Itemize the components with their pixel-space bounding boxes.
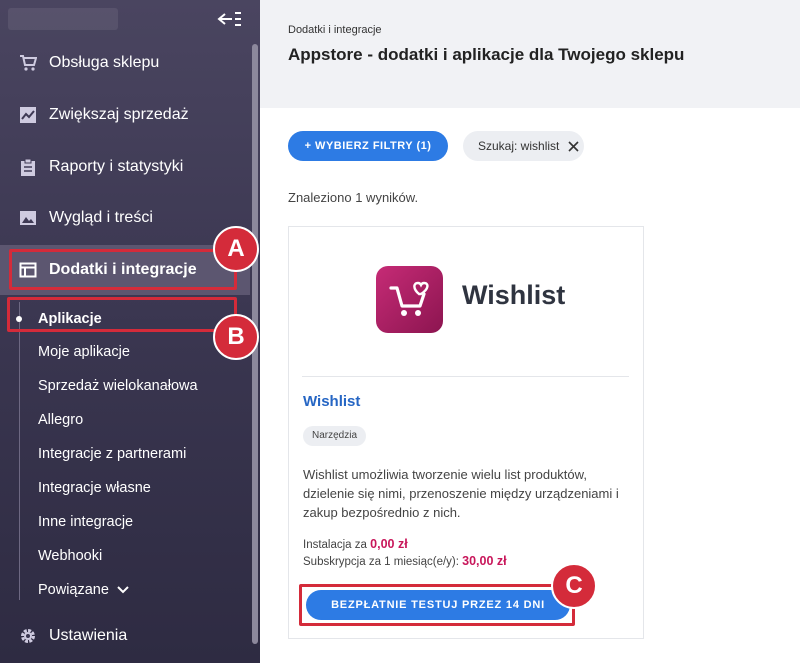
subscription-price-label: Subskrypcja za 1 miesiąc(e/y): (303, 556, 459, 568)
submenu-item-allegro[interactable]: Allegro (38, 409, 83, 431)
highlight-box-c (299, 584, 575, 626)
menu-item-zwiekszaj-sprzedaz[interactable]: Zwiększaj sprzedaż (0, 90, 250, 140)
sidebar-top (0, 0, 260, 40)
image-icon (18, 208, 38, 228)
subscription-price-line: Subskrypcja za 1 miesiąc(e/y): 30,00 zł (303, 554, 507, 568)
submenu-item-integracje-wlasne[interactable]: Integracje własne (38, 477, 151, 499)
clipboard-icon (18, 157, 38, 177)
search-filter-chip[interactable]: Szukaj: wishlist (463, 131, 584, 161)
cart-heart-icon (388, 281, 429, 316)
subscription-price-value: 30,00 zł (462, 554, 507, 568)
menu-item-ustawienia[interactable]: Ustawienia (0, 611, 250, 661)
search-chip-label: Szukaj: wishlist (478, 139, 560, 153)
cart-icon (18, 53, 38, 73)
app-description: Wishlist umożliwia tworzenie wielu list … (303, 467, 619, 520)
menu-item-wyglad[interactable]: Wygląd i treści (0, 193, 250, 243)
menu-item-raporty[interactable]: Raporty i statystyki (0, 142, 250, 192)
menu-item-label: Obsługa sklepu (49, 54, 160, 71)
submenu-item-webhooki[interactable]: Webhooki (38, 545, 102, 567)
submenu-item-label: Powiązane (38, 582, 109, 598)
menu-item-label: Wygląd i treści (49, 209, 153, 226)
callout-badge-c: C (551, 563, 597, 609)
category-tag: Narzędzia (303, 426, 367, 446)
close-icon[interactable] (568, 140, 579, 152)
install-price-line: Instalacja za 0,00 zł (303, 537, 408, 551)
menu-item-label: Raporty i statystyki (49, 158, 184, 175)
install-price-value: 0,00 zł (370, 537, 408, 551)
page-title: Appstore - dodatki i aplikacje dla Twoje… (288, 45, 685, 64)
callout-badge-b: B (213, 314, 259, 360)
results-count: Znaleziono 1 wyników. (288, 190, 419, 205)
trend-chart-icon (18, 105, 38, 125)
submenu-item-moje-aplikacje[interactable]: Moje aplikacje (38, 341, 130, 363)
submenu-item-integracje-z-partnerami[interactable]: Integracje z partnerami (38, 443, 186, 465)
submenu-item-powiazane[interactable]: Powiązane (38, 579, 129, 601)
choose-filters-button[interactable]: + WYBIERZ FILTRY (1) (288, 131, 448, 161)
menu-item-obsluga-sklepu[interactable]: Obsługa sklepu (0, 38, 250, 88)
gear-icon (18, 626, 38, 646)
wishlist-app-logo[interactable] (376, 266, 443, 333)
breadcrumb[interactable]: Dodatki i integracje (288, 24, 382, 36)
store-logo[interactable] (8, 8, 118, 30)
install-price-label: Instalacja za (303, 539, 367, 551)
menu-item-label: Zwiększaj sprzedaż (49, 106, 189, 123)
app-name-link[interactable]: Wishlist (303, 393, 360, 410)
chevron-down-icon (117, 586, 129, 594)
callout-badge-a: A (213, 226, 259, 272)
submenu-item-sprzedaz-wielokanalowa[interactable]: Sprzedaż wielokanałowa (38, 375, 198, 397)
app-wordmark: Wishlist (462, 280, 566, 310)
submenu-line (19, 302, 20, 600)
submenu-item-inne-integracje[interactable]: Inne integracje (38, 511, 133, 533)
highlight-box-b (7, 297, 237, 332)
collapse-sidebar-icon[interactable] (216, 8, 242, 30)
card-divider (302, 376, 629, 377)
menu-item-label: Ustawienia (49, 627, 128, 644)
highlight-box-a (9, 249, 237, 290)
